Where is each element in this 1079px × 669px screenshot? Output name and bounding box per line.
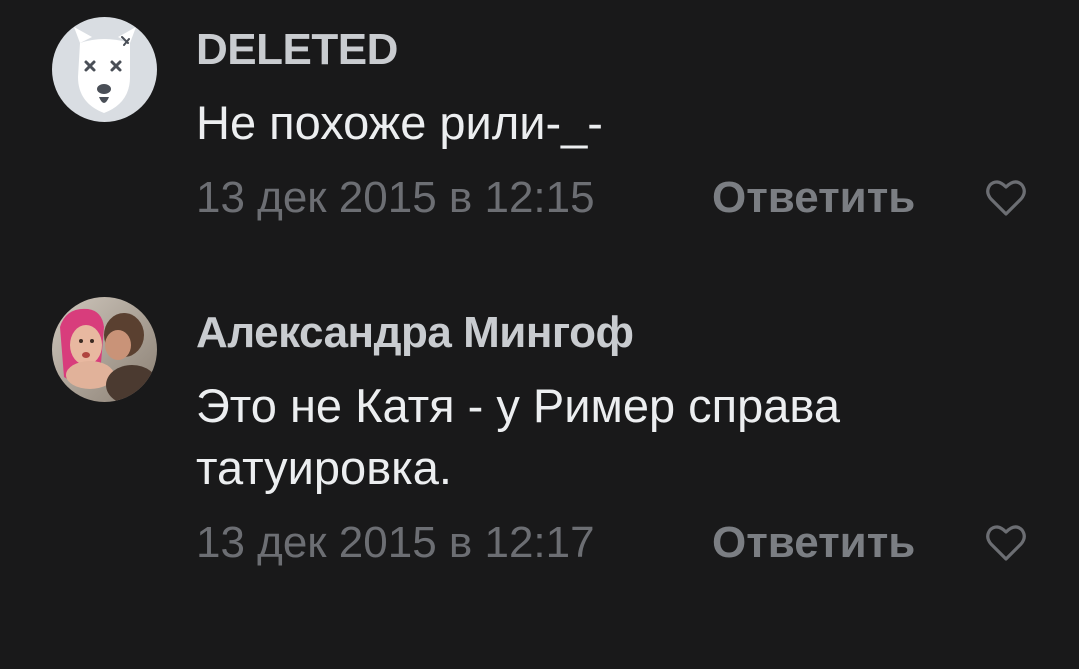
comment-meta: 13 дек 2015 в 12:17 Ответить — [196, 515, 1039, 571]
user-photo-icon — [52, 297, 157, 402]
comment-meta: 13 дек 2015 в 12:15 Ответить — [196, 170, 1039, 226]
comment-body: Александра Мингоф Это не Катя - у Ример … — [196, 307, 1039, 571]
heart-outline-icon[interactable] — [982, 174, 1030, 222]
avatar[interactable] — [52, 297, 157, 402]
reply-button[interactable]: Ответить — [712, 170, 915, 226]
avatar[interactable] — [52, 17, 157, 122]
deleted-dog-icon — [52, 17, 157, 122]
comment-date: 13 дек 2015 в 12:15 — [196, 173, 595, 222]
comment-text: Это не Катя - у Ример справа татуировка. — [196, 379, 840, 494]
comment-body: DELETED Не похоже рили-_- 13 дек 2015 в … — [196, 24, 1039, 226]
reply-button[interactable]: Ответить — [712, 515, 915, 571]
comment-text: Не похоже рили-_- — [196, 96, 603, 149]
heart-outline-icon[interactable] — [982, 519, 1030, 567]
comment-date: 13 дек 2015 в 12:17 — [196, 518, 595, 567]
comment-author[interactable]: DELETED — [196, 24, 1039, 76]
comment-author[interactable]: Александра Мингоф — [196, 307, 1039, 359]
